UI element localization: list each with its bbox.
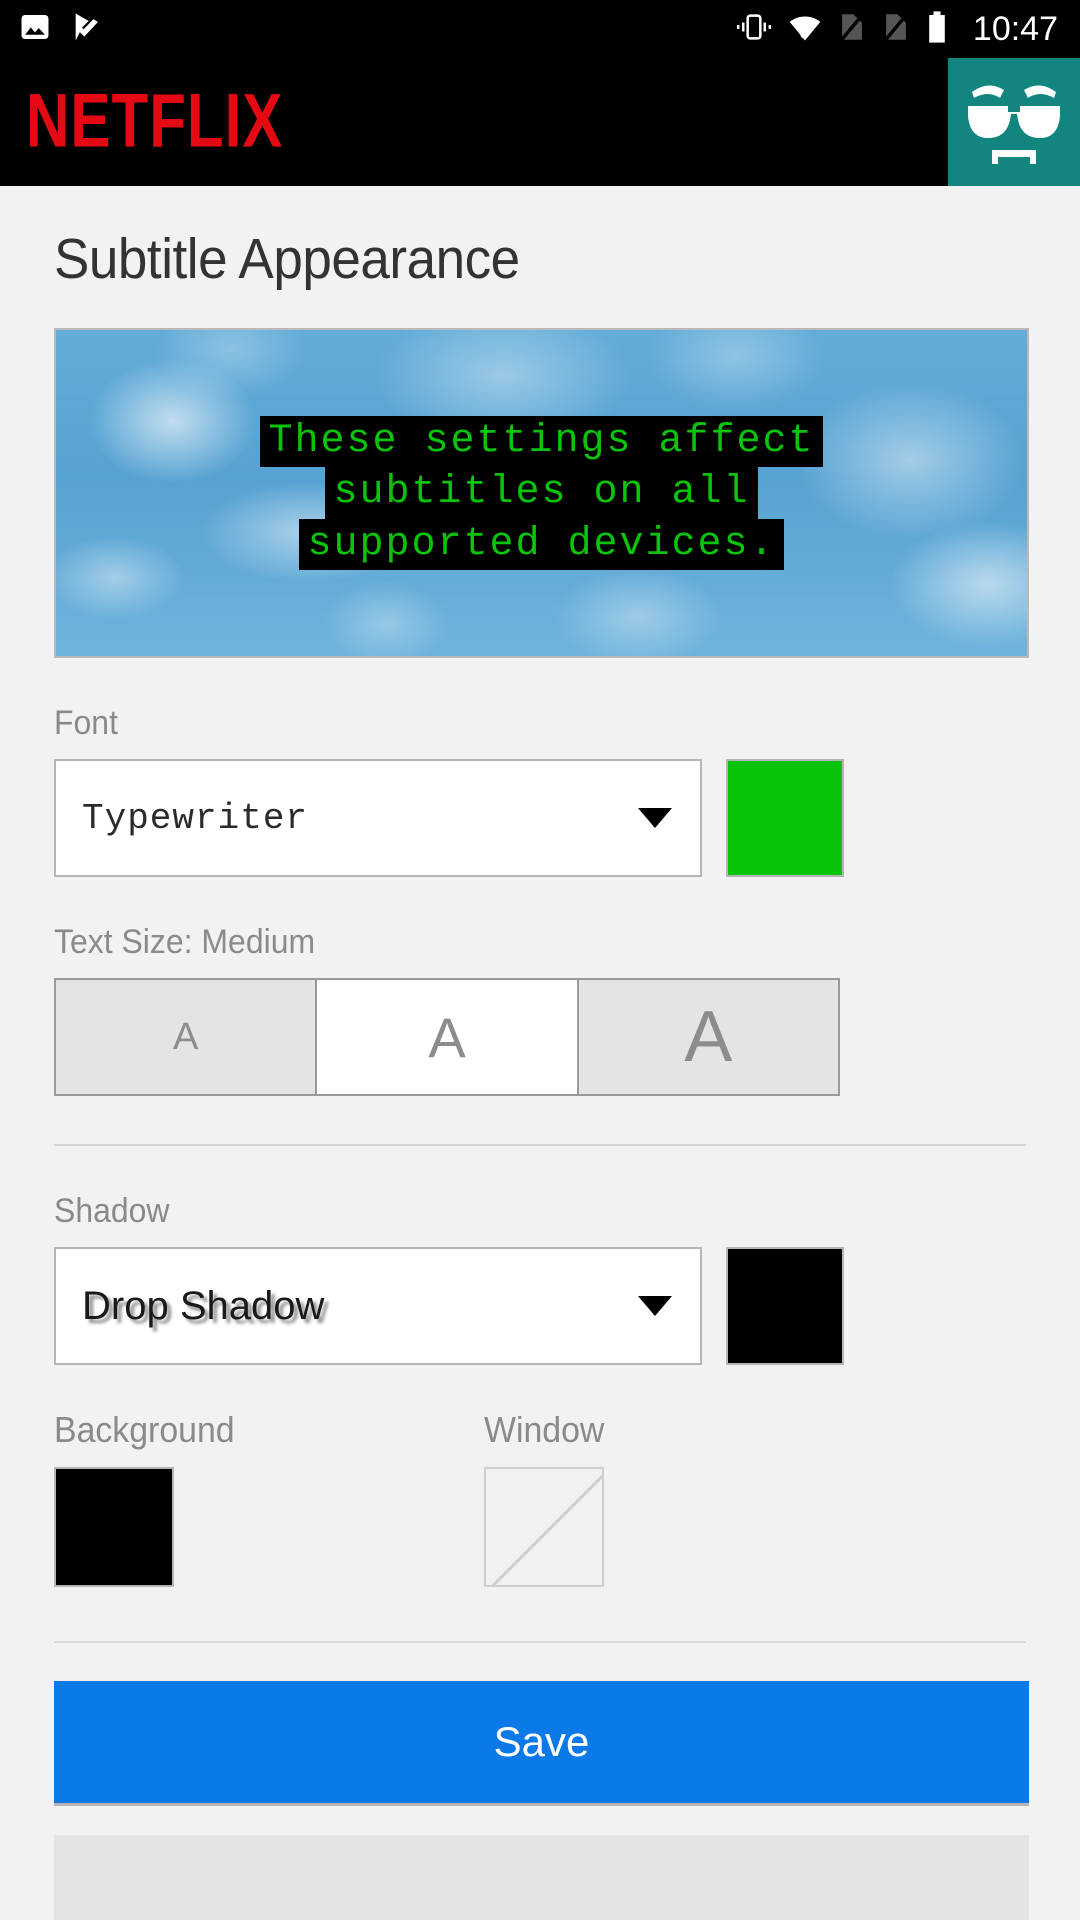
sim-card-off-2-icon	[881, 10, 911, 49]
battery-icon	[925, 10, 949, 49]
font-select-value: Typewriter	[82, 797, 309, 839]
app-header: NETFLIX	[0, 58, 1080, 186]
window-group: Window	[484, 1409, 914, 1587]
preview-caption-line-2: subtitles on all	[325, 467, 758, 519]
chevron-down-icon	[638, 1296, 672, 1316]
background-label: Background	[54, 1409, 235, 1450]
status-bar-right-icons: 10:47	[735, 10, 1058, 49]
shadow-select[interactable]: Drop Shadow	[54, 1247, 702, 1365]
font-select[interactable]: Typewriter	[54, 759, 702, 877]
status-bar: 10:47	[0, 0, 1080, 58]
font-label: Font	[54, 704, 118, 742]
chevron-down-icon	[638, 808, 672, 828]
image-icon	[18, 10, 52, 49]
text-size-segmented-control: A A A	[54, 978, 840, 1096]
status-bar-clock: 10:47	[972, 10, 1058, 48]
shadow-row: Drop Shadow	[54, 1247, 1026, 1365]
save-button[interactable]: Save	[54, 1681, 1029, 1803]
netflix-logo[interactable]: NETFLIX	[26, 84, 283, 160]
preview-caption-line-3: supported devices.	[299, 518, 784, 570]
status-bar-left-icons	[18, 10, 104, 49]
shadow-label: Shadow	[54, 1192, 170, 1230]
color-swatch-row: Background Window	[54, 1409, 1026, 1587]
shadow-color-swatch[interactable]	[726, 1247, 844, 1365]
settings-content: Subtitle Appearance These settings affec…	[0, 226, 1080, 1920]
preview-caption-block: These settings affect subtitles on all s…	[56, 330, 1027, 656]
sim-card-off-icon	[837, 10, 867, 49]
vibrate-icon	[735, 10, 773, 49]
window-label: Window	[484, 1409, 605, 1450]
subtitle-preview: These settings affect subtitles on all s…	[54, 328, 1029, 658]
font-color-swatch[interactable]	[726, 759, 844, 877]
secondary-button[interactable]	[54, 1835, 1029, 1920]
profile-avatar[interactable]	[948, 58, 1080, 186]
text-size-label: Text Size: Medium	[54, 923, 316, 961]
font-row: Typewriter	[54, 759, 1026, 877]
section-divider-1	[54, 1144, 1026, 1146]
page-title: Subtitle Appearance	[54, 227, 520, 291]
text-size-option-small[interactable]: A	[56, 980, 318, 1094]
background-group: Background	[54, 1409, 484, 1587]
wifi-icon	[787, 10, 823, 49]
preview-caption-line-1: These settings affect	[260, 416, 823, 468]
section-divider-2	[54, 1641, 1026, 1643]
text-size-option-medium[interactable]: A	[317, 980, 579, 1094]
text-size-option-large[interactable]: A	[578, 980, 838, 1094]
window-color-swatch[interactable]	[484, 1467, 604, 1587]
background-color-swatch[interactable]	[54, 1467, 174, 1587]
shadow-select-value: Drop Shadow	[82, 1283, 325, 1328]
play-check-icon	[70, 10, 104, 49]
